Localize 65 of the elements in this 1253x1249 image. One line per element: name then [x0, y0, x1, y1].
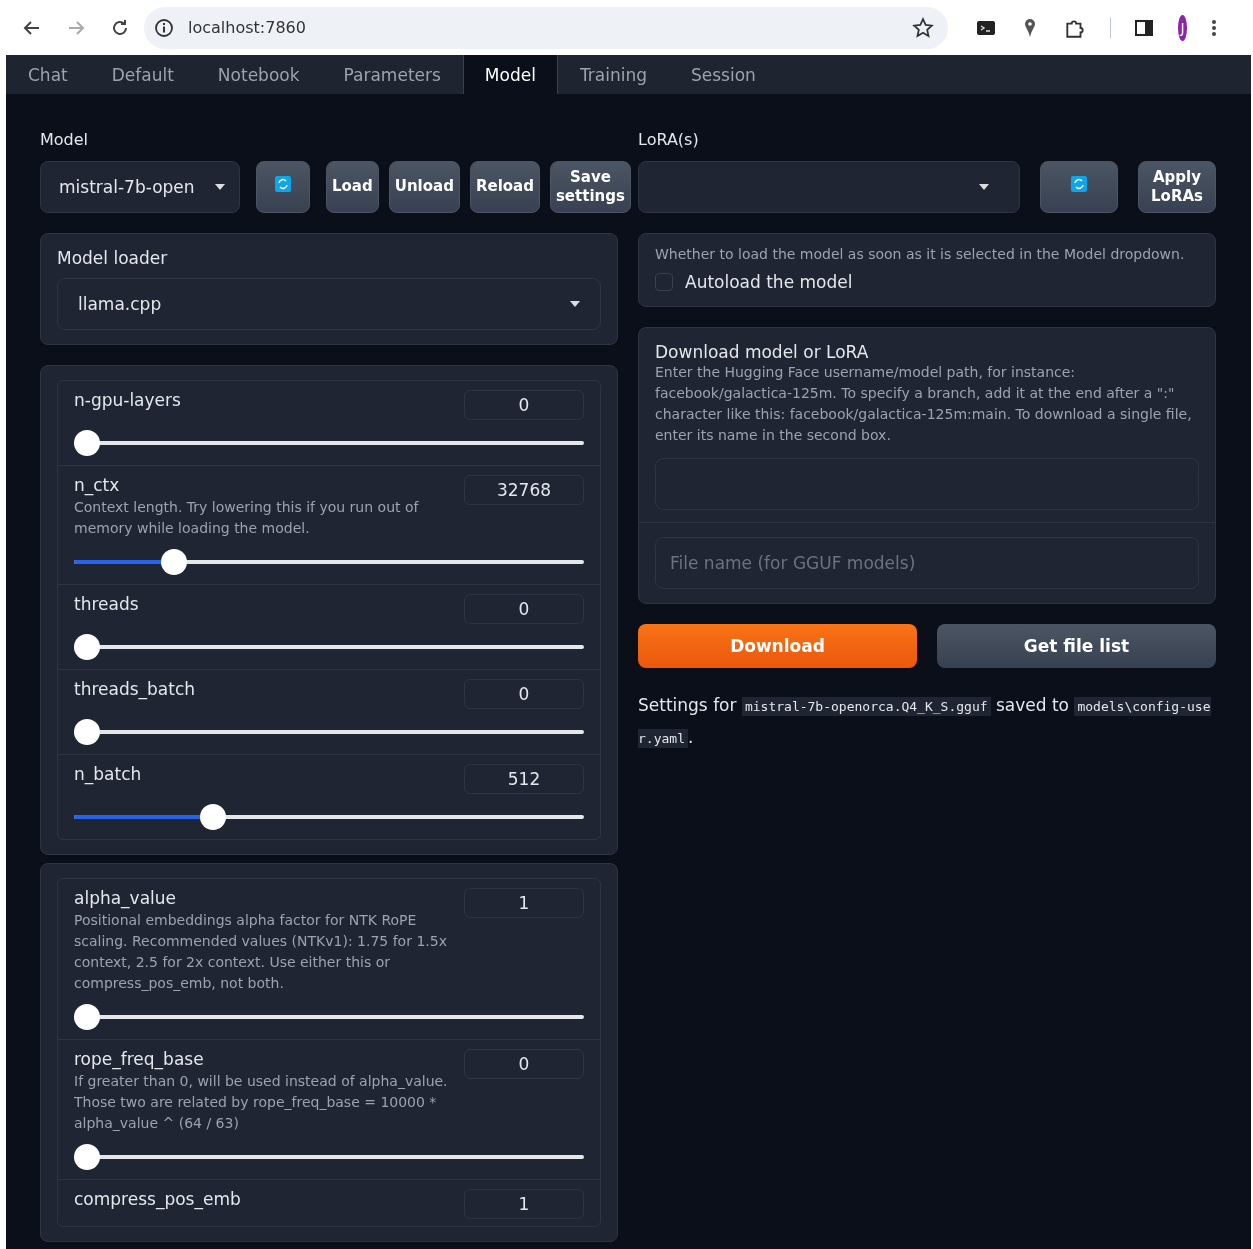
slider-description: If greater than 0, will be used instead of alpha_value. Those two are related by rope_freq_base = 10000 * alpha_value ^ (64 / 63) [74, 1072, 449, 1133]
sidebar-icon[interactable] [1134, 17, 1155, 38]
slider[interactable] [74, 634, 584, 660]
number-field[interactable]: 512 [464, 764, 584, 794]
model-action-button[interactable]: Save settings [549, 161, 631, 213]
address-bar[interactable]: localhost:7860 [144, 6, 948, 49]
refresh-icon [1071, 176, 1087, 193]
tab[interactable]: Parameters [321, 55, 463, 94]
refresh-button[interactable] [256, 161, 310, 213]
model-loader-dropdown[interactable]: llama.cpp [57, 278, 601, 330]
autoload-checkbox[interactable] [655, 273, 673, 291]
tab[interactable]: Notebook [195, 55, 322, 94]
star-icon[interactable] [912, 16, 934, 39]
model-action-button[interactable]: Load [326, 161, 379, 213]
get-file-list-button[interactable]: Get file list [937, 624, 1216, 668]
model-loader-label: Model loader [57, 248, 169, 268]
number-field[interactable]: 1 [464, 888, 584, 918]
slider-label: alpha_value [74, 888, 178, 908]
slider-label: threads [74, 594, 139, 614]
slider-label: compress_pos_emb [74, 1189, 241, 1209]
model-action-button[interactable]: Reload [469, 161, 540, 213]
tab[interactable]: Default [89, 55, 196, 94]
download-title: Download model or LoRA [655, 342, 870, 362]
slider-description: Positional embeddings alpha factor for NTK RoPE scaling. Recommended values (NTKv1): 1.75 for 1.5x context, 2.5 for 2x context. Use either this or compress_pos_emb, not both. [74, 911, 448, 993]
slider-label: rope_freq_base [74, 1049, 205, 1069]
status-message: Settings for mistral-7b-openorca.Q4_K_S.gguf saved to models\config-user.yaml . [638, 694, 1212, 750]
number-field[interactable]: 0 [464, 594, 584, 624]
slider-label: threads_batch [74, 679, 196, 699]
autoload-label: Autoload the model [685, 272, 853, 292]
profile-avatar[interactable]: J [1178, 14, 1187, 41]
tab[interactable]: Chat [6, 55, 90, 94]
number-field[interactable]: 32768 [464, 475, 584, 505]
caret-icon [215, 184, 225, 190]
number-field[interactable]: 0 [464, 679, 584, 709]
caret-icon [979, 184, 989, 190]
slider-label: n-gpu-layers [74, 390, 181, 410]
download-description: Enter the Hugging Face username/model path, for instance: facebook/galactica-125m. To specify a branch, add it at the end after a ":" character like this: facebook/galactica-125m:main. To download a single file, enter its name in the second box. [655, 363, 1193, 445]
refresh-button[interactable] [1040, 161, 1118, 213]
autoload-info: Whether to load the model as soon as it is selected in the Model dropdown. [655, 246, 1186, 262]
model-dropdown[interactable]: mistral-7b-open [40, 161, 240, 213]
slider-description: Context length. Try lowering this if you run out of memory while loading the model. [74, 498, 420, 538]
slider[interactable] [74, 719, 584, 745]
tab[interactable]: Session [669, 55, 778, 94]
model-label: Model [40, 130, 90, 149]
number-field[interactable]: 0 [464, 390, 584, 420]
slider-label: n_ctx [74, 475, 121, 495]
refresh-icon [275, 176, 291, 193]
number-field[interactable]: 0 [464, 1049, 584, 1079]
caret-icon [570, 301, 580, 307]
model-action-button[interactable]: Unload [388, 161, 460, 213]
slider-label: n_batch [74, 764, 142, 784]
slider[interactable] [74, 430, 584, 456]
reload-icon[interactable] [110, 17, 130, 38]
apply-loras-button[interactable]: Apply LoRAs [1138, 161, 1216, 213]
slider[interactable] [74, 1144, 584, 1170]
number-field[interactable]: 1 [464, 1189, 584, 1219]
file-name-input-field[interactable]: File name (for GGUF models) [655, 537, 1199, 589]
tab[interactable]: Model [462, 55, 558, 94]
tab[interactable]: Training [557, 55, 669, 94]
slider[interactable] [74, 549, 584, 575]
slider[interactable] [74, 804, 584, 830]
menu-icon[interactable] [1211, 17, 1217, 38]
slider[interactable] [74, 1004, 584, 1030]
lora-label: LoRA(s) [638, 130, 700, 149]
info-icon[interactable] [154, 17, 174, 38]
